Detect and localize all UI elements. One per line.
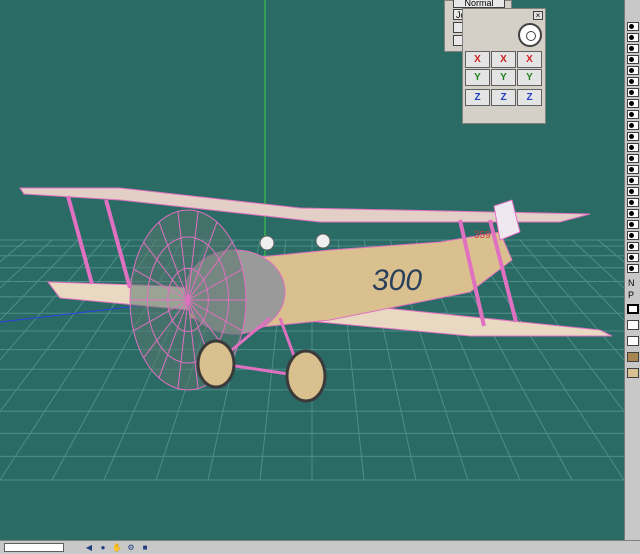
- layer-row[interactable]: [627, 110, 639, 119]
- tool-icon-1[interactable]: ◀: [84, 543, 94, 552]
- eye-icon: [629, 156, 634, 161]
- axis-x-button-2[interactable]: X: [491, 51, 516, 68]
- panel-label-n: N: [628, 278, 635, 288]
- grid-line-v: [571, 239, 624, 289]
- layer-row[interactable]: [627, 44, 639, 53]
- layer-row[interactable]: [627, 22, 639, 31]
- tail-number: 359: [474, 230, 491, 241]
- wheel-right: [285, 349, 327, 403]
- layer-row[interactable]: [627, 176, 639, 185]
- pilot-head-rear: [315, 233, 331, 249]
- layer-row[interactable]: [627, 55, 639, 64]
- eye-icon: [629, 167, 634, 172]
- eye-icon: [629, 200, 634, 205]
- panel-label-p: P: [628, 290, 635, 300]
- eye-icon: [629, 134, 634, 139]
- layer-row[interactable]: [627, 253, 639, 262]
- eye-icon: [629, 266, 634, 271]
- layer-row[interactable]: [627, 209, 639, 218]
- layer-row[interactable]: [627, 154, 639, 163]
- tool-icon-3[interactable]: ✋: [112, 543, 122, 552]
- axis-y-button-3[interactable]: Y: [517, 69, 542, 86]
- axis-x-button-3[interactable]: X: [517, 51, 542, 68]
- tool-icon-4[interactable]: ⚙: [126, 543, 136, 552]
- layer-row[interactable]: [627, 99, 639, 108]
- eye-icon: [629, 112, 634, 117]
- fuselage-marking: 300: [372, 264, 422, 297]
- color-swatch-white[interactable]: [627, 320, 639, 330]
- eye-icon: [629, 35, 634, 40]
- eye-icon: [629, 24, 634, 29]
- grid-line-v: [519, 239, 624, 361]
- axis-y-button-1[interactable]: Y: [465, 69, 490, 86]
- color-swatch-tan[interactable]: [627, 368, 639, 378]
- eye-icon: [629, 101, 634, 106]
- axis-x-button-1[interactable]: X: [465, 51, 490, 68]
- wheel-left: [196, 339, 236, 389]
- eye-icon: [629, 90, 634, 95]
- color-swatch-white-2[interactable]: [627, 336, 639, 346]
- axis-z-button-2[interactable]: Z: [491, 89, 516, 106]
- color-swatch-brown[interactable]: [627, 352, 639, 362]
- layer-row[interactable]: [627, 121, 639, 130]
- eye-icon: [629, 79, 634, 84]
- tool-icon-2[interactable]: ●: [98, 543, 108, 552]
- layer-row[interactable]: [627, 231, 639, 240]
- axis-y-button-2[interactable]: Y: [491, 69, 516, 86]
- layer-row[interactable]: [627, 220, 639, 229]
- eye-icon: [629, 57, 634, 62]
- status-bar: ◀ ● ✋ ⚙ ■: [0, 540, 640, 554]
- eye-icon: [629, 189, 634, 194]
- eye-icon: [629, 46, 634, 51]
- eye-icon: [629, 211, 634, 216]
- rotation-knob[interactable]: [518, 23, 542, 47]
- close-icon[interactable]: ×: [533, 11, 543, 20]
- layer-row[interactable]: [627, 198, 639, 207]
- layer-row[interactable]: [627, 66, 639, 75]
- color-swatch-white-selected[interactable]: [627, 304, 639, 314]
- eye-icon: [629, 222, 634, 227]
- layer-row[interactable]: [627, 187, 639, 196]
- grid-line-v: [493, 239, 624, 413]
- layer-row[interactable]: [627, 143, 639, 152]
- layer-row[interactable]: [627, 242, 639, 251]
- layer-panel: N P: [624, 0, 640, 540]
- axis-z-button-3[interactable]: Z: [517, 89, 542, 106]
- pilot-head-front: [259, 235, 275, 251]
- layer-row[interactable]: [627, 264, 639, 273]
- eye-icon: [629, 233, 634, 238]
- status-field[interactable]: [4, 543, 64, 552]
- eye-icon: [629, 145, 634, 150]
- mode-item-normal[interactable]: Normal: [453, 0, 505, 8]
- axis-z-button-1[interactable]: Z: [465, 89, 490, 106]
- layer-row[interactable]: [627, 165, 639, 174]
- tool-icon-5[interactable]: ■: [140, 543, 150, 552]
- eye-icon: [629, 123, 634, 128]
- layer-row[interactable]: [627, 33, 639, 42]
- eye-icon: [629, 68, 634, 73]
- grid-line-v: [0, 239, 53, 289]
- eye-icon: [629, 255, 634, 260]
- eye-icon: [629, 178, 634, 183]
- axis-panel: × X X X Y Y Y Z Z Z: [462, 8, 546, 124]
- eye-icon: [629, 244, 634, 249]
- layer-row[interactable]: [627, 77, 639, 86]
- grid-line-v: [0, 239, 131, 413]
- layer-row[interactable]: [627, 88, 639, 97]
- layer-row[interactable]: [627, 132, 639, 141]
